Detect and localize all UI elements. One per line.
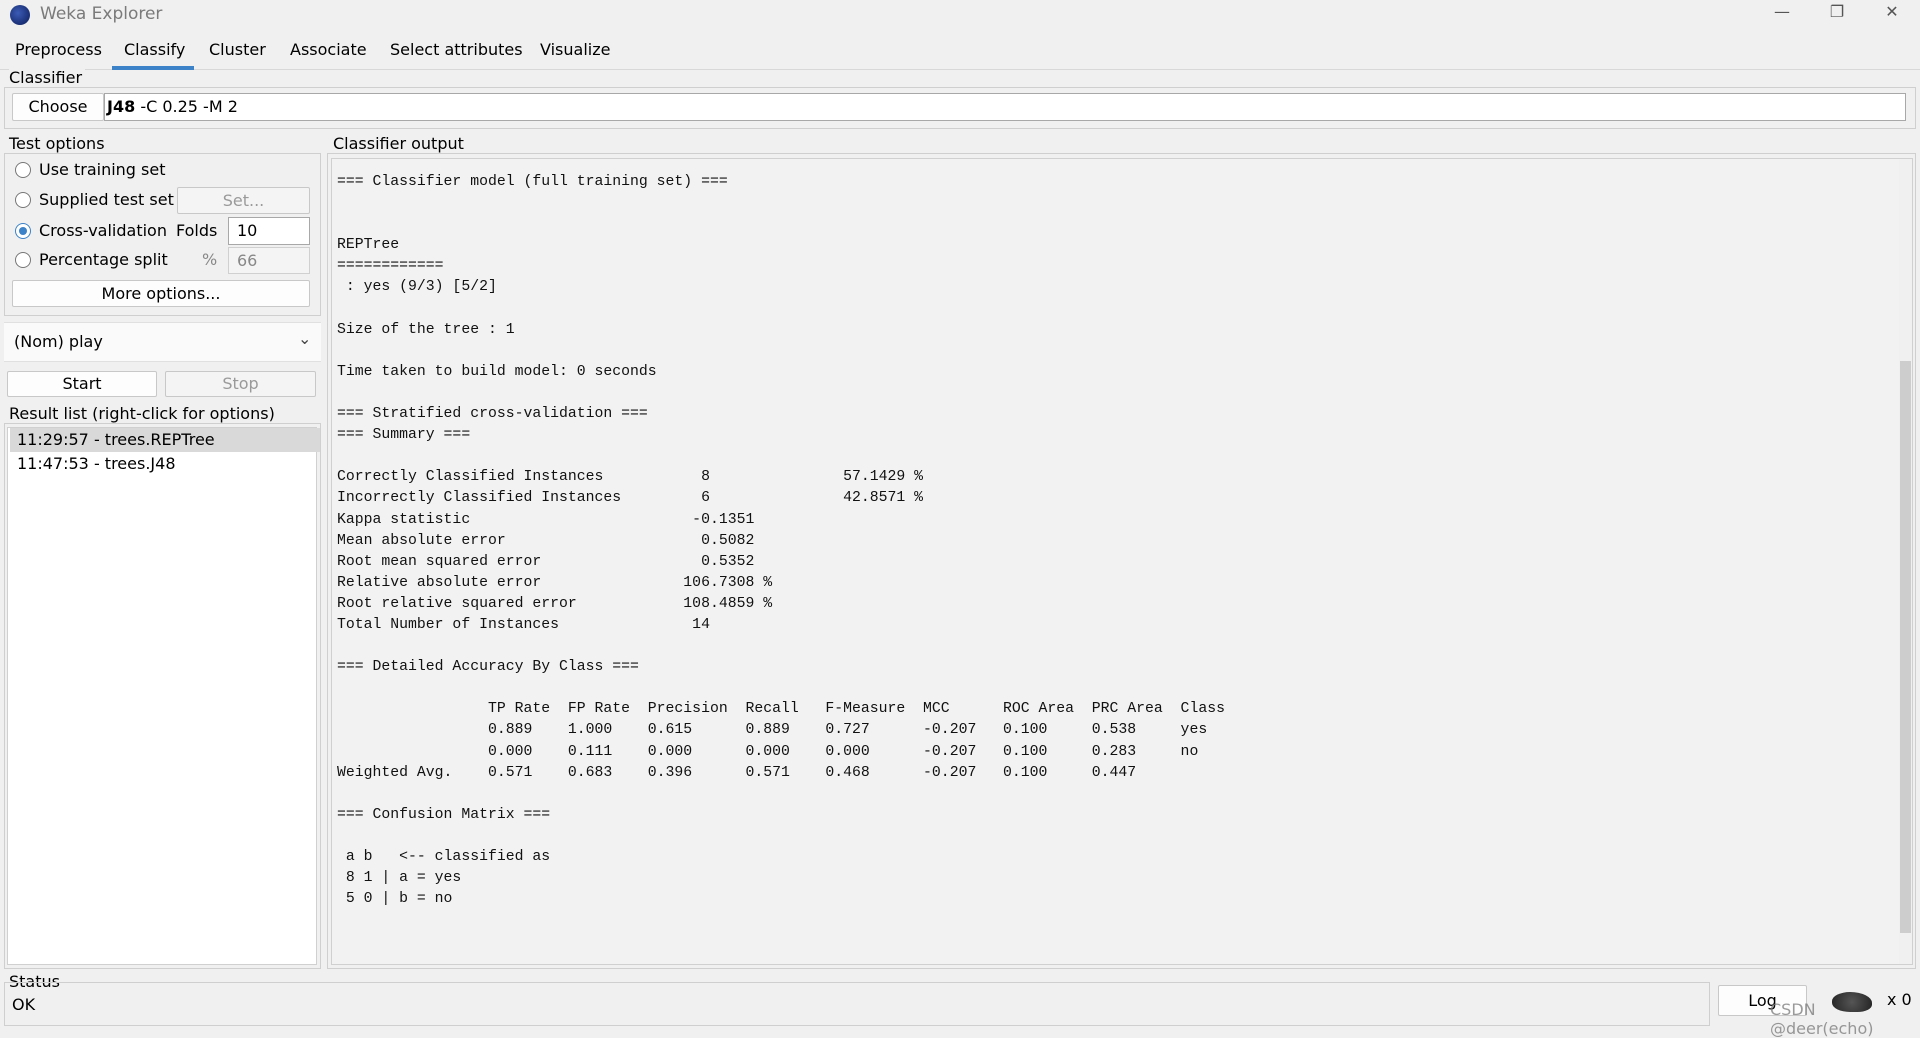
status-box xyxy=(4,982,1710,1026)
cross-validation-radio[interactable] xyxy=(15,223,31,239)
use-training-set-label: Use training set xyxy=(39,160,166,179)
tab-select-attributes[interactable]: Select attributes xyxy=(386,38,527,70)
output-scrollbar[interactable] xyxy=(1899,159,1912,964)
output-line: Kappa statistic -0.1351 xyxy=(337,511,755,528)
start-button[interactable]: Start xyxy=(7,371,157,397)
tab-classify[interactable]: Classify xyxy=(112,38,194,70)
output-line: 0.000 0.111 0.000 0.000 0.000 -0.207 0.1… xyxy=(337,743,1199,760)
output-line: Incorrectly Classified Instances 6 42.85… xyxy=(337,490,924,507)
output-line: === Confusion Matrix === xyxy=(337,806,551,823)
output-line: Weighted Avg. 0.571 0.683 0.396 0.571 0.… xyxy=(337,764,1137,781)
result-list[interactable]: 11:29:57 - trees.REPTree 11:47:53 - tree… xyxy=(7,427,320,965)
window-title: Weka Explorer xyxy=(40,4,163,24)
folds-input[interactable]: 10 xyxy=(228,217,310,245)
classifier-output-text: === Classifier model (full training set)… xyxy=(337,172,1225,910)
percent-label: % xyxy=(202,250,218,269)
percentage-input[interactable]: 66 xyxy=(228,247,310,274)
set-button[interactable]: Set... xyxy=(177,187,310,214)
output-line: === Stratified cross-validation === xyxy=(337,406,648,423)
close-button[interactable]: ✕ xyxy=(1872,2,1912,26)
restore-button[interactable]: ❐ xyxy=(1817,2,1857,26)
more-options-button[interactable]: More options... xyxy=(12,280,310,307)
output-line: 5 0 | b = no xyxy=(337,891,453,908)
output-line: TP Rate FP Rate Precision Recall F-Measu… xyxy=(337,701,1225,718)
output-line: 8 1 | a = yes xyxy=(337,870,462,887)
percentage-split-label: Percentage split xyxy=(39,250,168,269)
weka-bird-icon xyxy=(10,5,30,25)
output-line: Correctly Classified Instances 8 57.1429… xyxy=(337,469,924,486)
tab-preprocess[interactable]: Preprocess xyxy=(11,38,106,70)
result-list-item[interactable]: 11:47:53 - trees.J48 xyxy=(10,452,320,476)
chevron-down-icon: ⌄ xyxy=(298,329,312,348)
output-line: a b <-- classified as xyxy=(337,849,551,865)
output-line: === Summary === xyxy=(337,427,471,444)
output-line: Total Number of Instances 14 xyxy=(337,616,710,633)
output-line: Root mean squared error 0.5352 xyxy=(337,553,755,570)
status-text: OK xyxy=(12,995,36,1014)
output-line: 0.889 1.000 0.615 0.889 0.727 -0.207 0.1… xyxy=(337,722,1208,739)
tab-visualize[interactable]: Visualize xyxy=(536,38,614,70)
watermark: CSDN @deer(echo) xyxy=(1770,1000,1874,1038)
classifier-label: Classifier xyxy=(9,68,86,87)
classifier-config-field[interactable]: J48 -C 0.25 -M 2 xyxy=(104,93,1906,121)
class-attribute-dropdown[interactable]: (Nom) play ⌄ xyxy=(4,322,321,362)
test-options-label: Test options xyxy=(9,134,108,153)
tab-bar: Preprocess Classify Cluster Associate Se… xyxy=(0,34,1920,70)
minimize-button[interactable]: — xyxy=(1762,2,1802,26)
output-line: Size of the tree : 1 xyxy=(337,321,515,338)
supplied-test-set-label: Supplied test set xyxy=(39,190,174,209)
tab-cluster[interactable]: Cluster xyxy=(205,38,270,70)
stop-button[interactable]: Stop xyxy=(165,371,316,397)
output-line: Time taken to build model: 0 seconds xyxy=(337,363,657,380)
class-attribute-value: (Nom) play xyxy=(14,332,103,351)
output-line: : yes (9/3) [5/2] xyxy=(337,279,497,296)
output-scrollbar-thumb[interactable] xyxy=(1900,361,1911,933)
output-line: === Detailed Accuracy By Class === xyxy=(337,659,639,676)
tab-associate[interactable]: Associate xyxy=(286,38,371,70)
cross-validation-label: Cross-validation xyxy=(39,221,167,240)
classifier-options: -C 0.25 -M 2 xyxy=(140,97,238,116)
output-line: ============ xyxy=(337,258,444,275)
supplied-test-set-radio[interactable] xyxy=(15,192,31,208)
output-line: Root relative squared error 108.4859 % xyxy=(337,595,773,612)
output-line: === Classifier model (full training set)… xyxy=(337,174,728,190)
percentage-split-radio[interactable] xyxy=(15,252,31,268)
use-training-set-radio[interactable] xyxy=(15,162,31,178)
output-line: REPTree xyxy=(337,237,400,254)
classifier-output-label: Classifier output xyxy=(333,134,467,153)
result-list-label: Result list (right-click for options) xyxy=(9,404,278,423)
output-line: Mean absolute error 0.5082 xyxy=(337,532,755,549)
classifier-name: J48 xyxy=(107,97,136,116)
title-bar: Weka Explorer — ❐ ✕ xyxy=(0,0,1920,30)
choose-button[interactable]: Choose xyxy=(12,93,104,121)
folds-label: Folds xyxy=(176,221,218,240)
result-list-item[interactable]: 11:29:57 - trees.REPTree xyxy=(10,428,320,452)
output-line: Relative absolute error 106.7308 % xyxy=(337,574,773,591)
